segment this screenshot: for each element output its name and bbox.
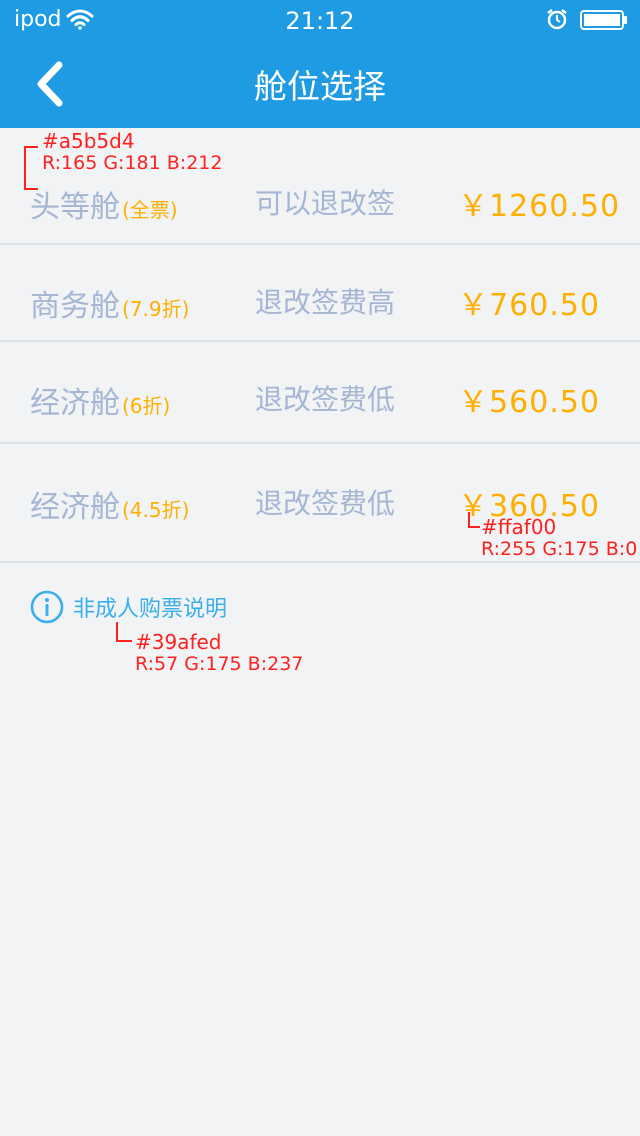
cabin-name: 经济舱 (4.5折) <box>30 482 189 526</box>
annotation-rgb: R:165 G:181 B:212 <box>42 152 223 174</box>
cabin-name: 头等舱 (全票) <box>30 182 178 226</box>
cabin-name: 商务舱 (7.9折) <box>30 281 189 325</box>
child-ticket-info-link[interactable]: 非成人购票说明 <box>30 590 227 624</box>
cabin-discount: (7.9折) <box>122 297 190 321</box>
annotation-pointer-line <box>116 622 118 642</box>
annotation-rgb: R:57 G:175 B:237 <box>135 653 304 675</box>
cabin-policy: 退改签费低 <box>255 487 396 520</box>
page-title: 舱位选择 <box>254 67 386 106</box>
cabin-row-economy-6[interactable]: 经济舱 (6折) 退改签费低 ￥560.50 <box>0 342 640 444</box>
annotation-hex: #a5b5d4 <box>42 129 135 153</box>
status-bar: ipod 21:12 <box>0 0 640 40</box>
cabin-name-text: 经济舱 <box>30 386 120 421</box>
annotation-link-color: #39afed R:57 G:175 B:237 <box>135 631 303 675</box>
annotation-pointer-line <box>116 640 132 642</box>
annotation-pointer-line <box>24 146 26 190</box>
annotation-cabin-color: #a5b5d4 R:165 G:181 B:212 <box>42 130 222 174</box>
cabin-name-text: 商务舱 <box>30 289 120 324</box>
cabin-policy: 退改签费低 <box>255 383 396 416</box>
cabin-name: 经济舱 (6折) <box>30 378 170 422</box>
annotation-pointer-line <box>24 146 38 148</box>
cabin-discount: (全票) <box>122 198 178 222</box>
cabin-name-text: 经济舱 <box>30 490 120 525</box>
app-header: ipod 21:12 舱位选择 <box>0 0 640 128</box>
annotation-pointer-line <box>468 526 480 528</box>
status-time: 21:12 <box>285 7 355 35</box>
nav-bar: 舱位选择 <box>0 40 640 128</box>
info-icon <box>30 590 64 624</box>
cabin-list: 头等舱 (全票) 可以退改签 ￥1260.50 商务舱 (7.9折) 退改签费高 ￥… <box>0 128 640 563</box>
annotation-hex: #ffaf00 <box>481 515 557 539</box>
child-ticket-info-label: 非成人购票说明 <box>73 597 228 622</box>
battery-icon <box>580 10 627 30</box>
cabin-row-business-class[interactable]: 商务舱 (7.9折) 退改签费高 ￥760.50 <box>0 245 640 342</box>
annotation-price-color: #ffaf00 R:255 G:175 B:0 <box>481 516 637 560</box>
cabin-policy: 退改签费高 <box>255 286 396 319</box>
cabin-price: ￥560.50 <box>458 385 600 420</box>
cabin-price: ￥1260.50 <box>458 189 621 224</box>
annotation-hex: #39afed <box>135 630 222 654</box>
annotation-rgb: R:255 G:175 B:0 <box>481 538 638 560</box>
cabin-name-text: 头等舱 <box>30 190 120 225</box>
alarm-icon <box>547 9 567 30</box>
cabin-discount: (4.5折) <box>122 498 190 522</box>
cabin-price: ￥760.50 <box>458 288 600 323</box>
cabin-discount: (6折) <box>122 394 171 418</box>
annotation-pointer-line <box>24 188 38 190</box>
cabin-policy: 可以退改签 <box>255 187 396 220</box>
